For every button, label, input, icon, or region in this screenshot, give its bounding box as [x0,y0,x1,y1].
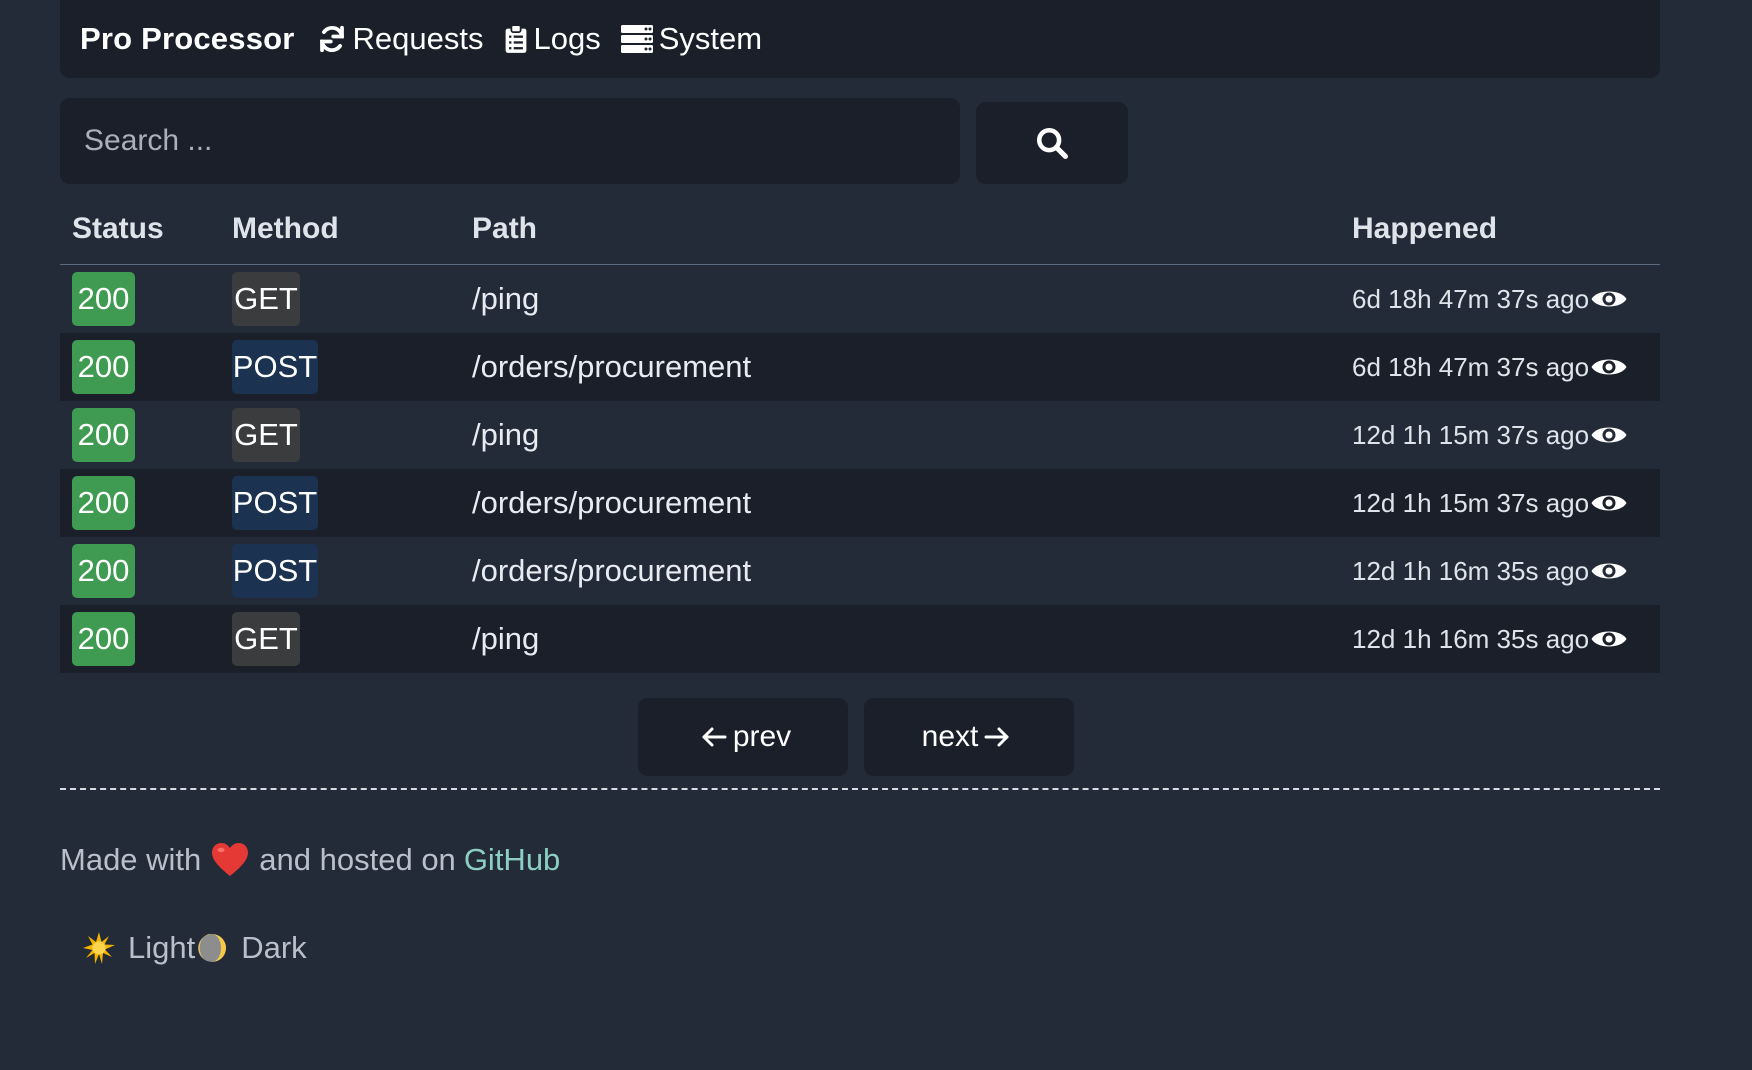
theme-dark-option[interactable]: Dark [195,930,307,966]
sun-icon [83,932,115,964]
view-button[interactable] [1590,401,1628,469]
table-row[interactable]: 200 POST /orders/procurement 6d 18h 47m … [60,333,1660,401]
method-badge: POST [232,476,318,530]
arrow-left-icon [702,727,727,747]
path-cell: /orders/procurement [472,485,752,520]
method-badge: POST [232,340,318,394]
view-button[interactable] [1590,469,1628,537]
eye-icon [1591,291,1627,307]
method-badge: GET [232,408,300,462]
view-button[interactable] [1590,333,1628,401]
prev-label: prev [732,720,792,753]
theme-light-option[interactable]: Light [82,930,195,966]
eye-icon [1591,563,1627,579]
table-row[interactable]: 200 POST /orders/procurement 12d 1h 15m … [60,469,1660,537]
view-button[interactable] [1590,537,1628,605]
clipboard-icon [505,24,526,53]
footer-hosted-on: and hosted on [259,842,456,877]
footer-credits: Made with and hosted on GitHub [60,842,560,878]
nav-link-logs-label: Logs [533,21,601,56]
happened-cell: 6d 18h 47m 37s ago [1352,351,1590,382]
theme-dark-label: Dark [241,930,307,965]
nav-link-requests[interactable]: Requests [317,21,484,57]
status-badge: 200 [72,544,135,598]
eye-icon [1591,631,1627,647]
theme-light-label: Light [128,930,196,965]
eye-icon [1591,495,1627,511]
path-cell: /ping [472,621,540,656]
happened-cell: 12d 1h 16m 35s ago [1352,555,1590,586]
nav-link-system-label: System [658,21,763,56]
search-button[interactable] [976,102,1128,184]
path-cell: /ping [472,417,540,452]
happened-cell: 12d 1h 16m 35s ago [1352,623,1590,654]
status-badge: 200 [72,272,135,326]
status-badge: 200 [72,408,135,462]
happened-cell: 12d 1h 15m 37s ago [1352,487,1590,518]
eye-icon [1591,427,1627,443]
server-icon [620,25,653,53]
heart-icon [212,843,249,876]
table-header: Status Method Path Happened [60,200,1660,265]
method-badge: GET [232,272,300,326]
method-badge: POST [232,544,318,598]
status-badge: 200 [72,340,135,394]
header-status: Status [72,212,164,245]
refresh-icon [319,25,344,53]
search-input[interactable] [60,98,960,184]
eye-icon [1591,359,1627,375]
method-badge: GET [232,612,300,666]
table-row[interactable]: 200 GET /ping 12d 1h 15m 37s ago [60,401,1660,469]
next-button[interactable]: next [864,698,1074,776]
navbar: Pro Processor Requests Logs System [60,0,1660,78]
status-badge: 200 [72,476,135,530]
nav-link-requests-label: Requests [352,21,484,56]
section-divider [60,788,1660,790]
header-method: Method [232,212,339,245]
moon-icon [198,933,227,962]
prev-button[interactable]: prev [638,698,848,776]
next-label: next [921,720,979,753]
header-path: Path [472,212,538,245]
search-icon [1036,127,1069,160]
status-badge: 200 [72,612,135,666]
footer-made-with: Made with [60,842,202,877]
github-link[interactable]: GitHub [464,842,560,878]
arrow-right-icon [984,727,1009,747]
nav-link-system[interactable]: System [620,21,763,57]
view-button[interactable] [1590,605,1628,673]
happened-cell: 6d 18h 47m 37s ago [1352,283,1590,314]
table-row[interactable]: 200 GET /ping 12d 1h 16m 35s ago [60,605,1660,673]
table-row[interactable]: 200 POST /orders/procurement 12d 1h 16m … [60,537,1660,605]
page: Pro Processor Requests Logs System Searc… [0,0,1752,1070]
path-cell: /orders/procurement [472,553,752,588]
happened-cell: 12d 1h 15m 37s ago [1352,419,1590,450]
table-row[interactable]: 200 GET /ping 6d 18h 47m 37s ago [60,265,1660,333]
path-cell: /orders/procurement [472,349,752,384]
view-button[interactable] [1590,265,1628,333]
path-cell: /ping [472,281,540,316]
nav-link-logs[interactable]: Logs [504,21,601,57]
theme-switcher: Light Dark [82,930,307,966]
header-happened: Happened [1352,212,1498,245]
requests-table: Status Method Path Happened 200 GET /pin… [60,200,1660,673]
brand-title[interactable]: Pro Processor [80,21,295,57]
